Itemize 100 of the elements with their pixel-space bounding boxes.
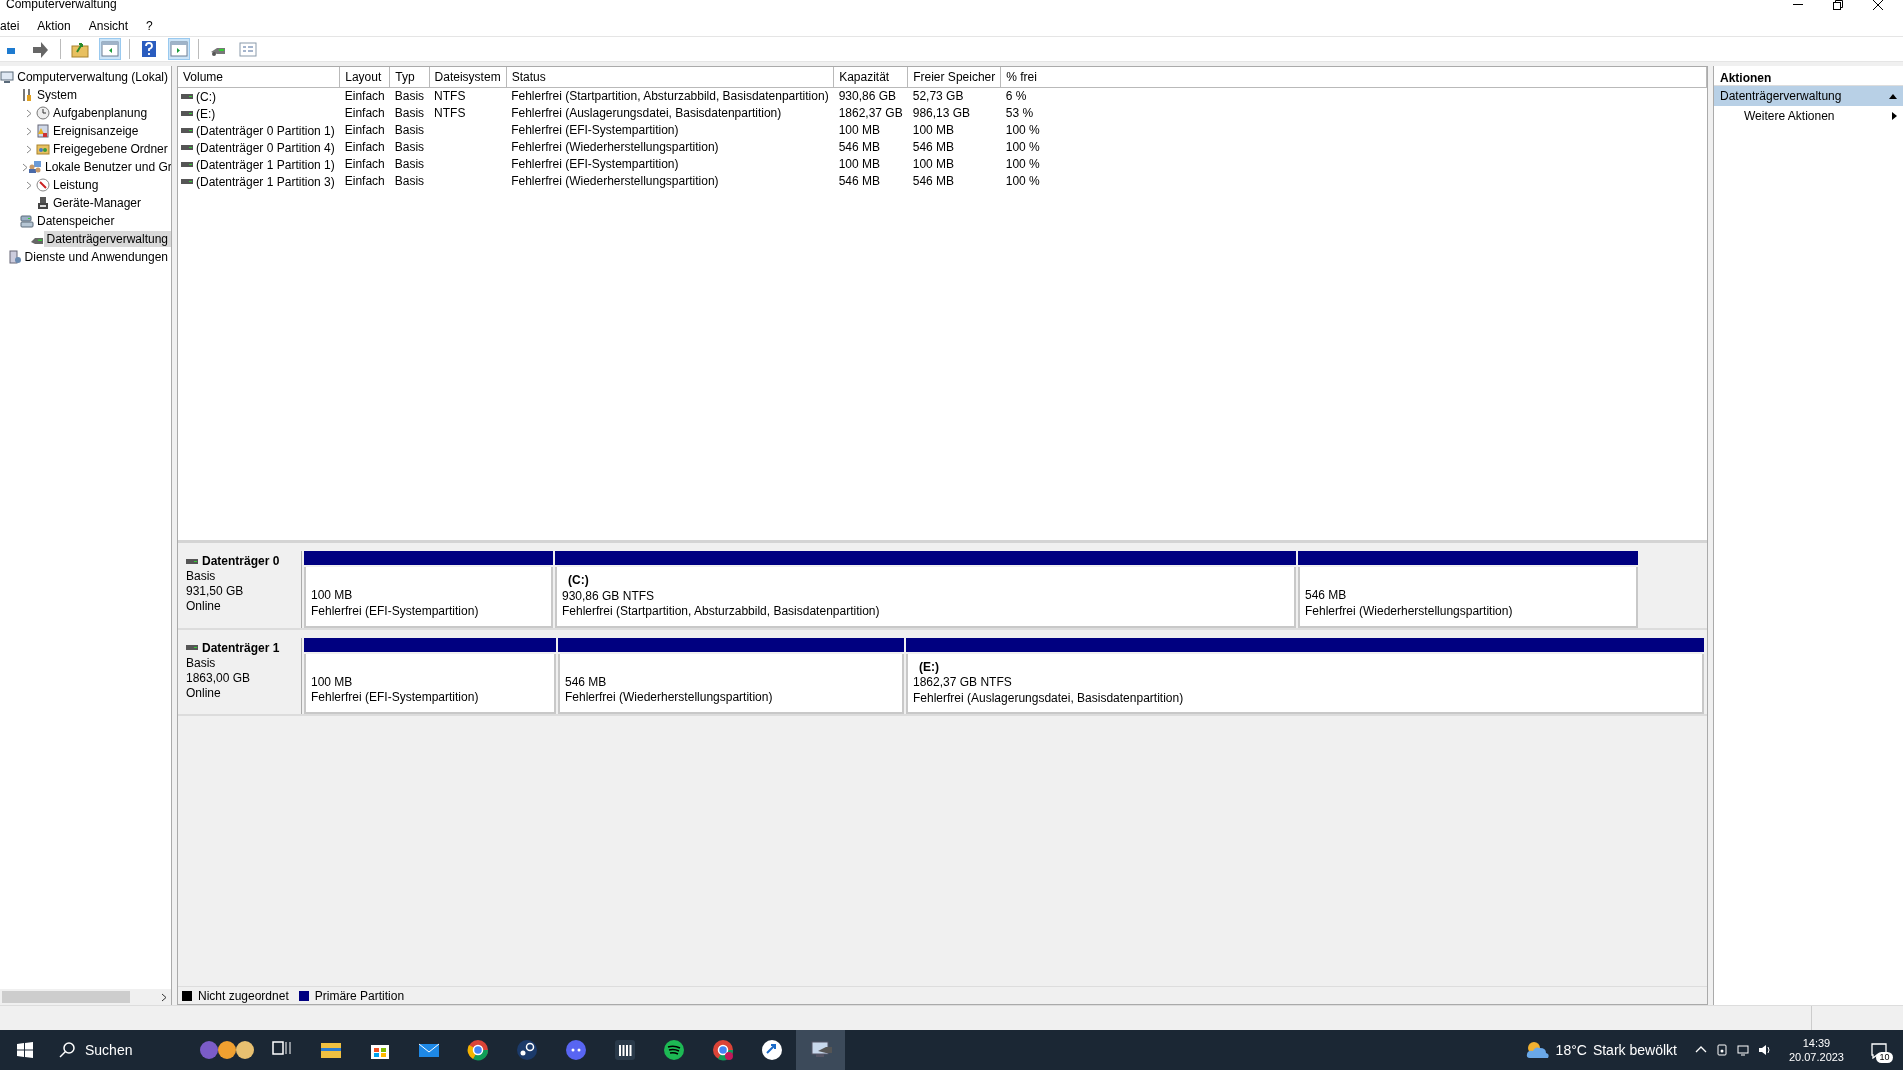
folder-up-icon[interactable] bbox=[71, 40, 89, 58]
table-cell: (C:) bbox=[196, 89, 216, 104]
table-cell: Einfach bbox=[344, 157, 385, 171]
table-cell: 100 MB bbox=[838, 123, 880, 137]
tree-item[interactable]: Datenträgerverwaltung bbox=[43, 231, 171, 247]
help-icon[interactable] bbox=[140, 40, 158, 58]
partition-size: 1862,37 GB NTFS bbox=[913, 675, 1013, 691]
windows-start-icon[interactable] bbox=[16, 1042, 33, 1058]
horizontal-scrollbar[interactable] bbox=[0, 989, 171, 1005]
search-icon bbox=[59, 1042, 75, 1058]
table-cell: Fehlerfrei (Wiederherstellungspartition) bbox=[511, 174, 719, 188]
controller-icon[interactable] bbox=[564, 1039, 587, 1061]
collapse-icon[interactable] bbox=[1889, 93, 1897, 99]
tree-item[interactable]: Freigegebene Ordner bbox=[50, 141, 171, 157]
tree-item[interactable]: Datenspeicher bbox=[34, 213, 118, 229]
device-icon[interactable] bbox=[1715, 1044, 1728, 1056]
pane-toggle-icon[interactable] bbox=[101, 40, 119, 58]
table-cell: Basis bbox=[394, 123, 425, 137]
tree-item[interactable]: Aufgabenplanung bbox=[50, 105, 151, 121]
partition-label: (E:) bbox=[918, 659, 940, 675]
maximize-icon[interactable] bbox=[1833, 0, 1843, 10]
column-header[interactable]: Status bbox=[506, 67, 834, 88]
table-cell: 1862,37 GB bbox=[838, 106, 903, 120]
partition-box[interactable]: 100 MB Fehlerfrei (EFI-Systempartition) bbox=[304, 567, 553, 628]
column-header[interactable]: Freier Speicher bbox=[907, 67, 1001, 88]
notification-count: 10 bbox=[1876, 1052, 1893, 1063]
partition-status: Fehlerfrei (Wiederherstellungspartition) bbox=[565, 690, 774, 706]
table-cell: 930,86 GB bbox=[838, 89, 896, 104]
table-cell: (E:) bbox=[196, 106, 216, 121]
action-label: Weitere Aktionen bbox=[1744, 108, 1835, 125]
round-app-icon[interactable] bbox=[515, 1039, 538, 1061]
notification-icon[interactable] bbox=[1870, 1042, 1887, 1059]
tree-item[interactable]: Lokale Benutzer und Gr bbox=[42, 159, 171, 175]
partition-box[interactable]: 546 MB Fehlerfrei (Wiederherstellungspartition) bbox=[1298, 567, 1638, 628]
close-icon[interactable] bbox=[1873, 0, 1883, 10]
disk-state: Online bbox=[186, 685, 222, 701]
partition-box[interactable]: (E:) 1862,37 GB NTFS Fehlerfrei (Auslagerungsdatei, Basisdatenpartition) bbox=[906, 653, 1704, 714]
table-cell: Fehlerfrei (EFI-Systempartition) bbox=[511, 123, 679, 137]
partition-size: 100 MB bbox=[311, 588, 354, 604]
table-cell: 100 % bbox=[1005, 157, 1040, 171]
partition-status: Fehlerfrei (Auslagerungsdatei, Basisdatenpartition) bbox=[913, 690, 1185, 706]
tree-item[interactable]: Geräte-Manager bbox=[50, 195, 145, 211]
tree-item[interactable]: Leistung bbox=[50, 177, 102, 193]
bars-app-icon[interactable] bbox=[613, 1039, 636, 1061]
disk-name: Datenträger 1 bbox=[202, 640, 280, 656]
menu-item[interactable]: ? bbox=[137, 17, 162, 35]
table-cell: 546 MB bbox=[838, 174, 880, 188]
forward-arrow-icon[interactable] bbox=[32, 40, 50, 58]
tools-icon bbox=[20, 88, 34, 102]
network-icon[interactable] bbox=[1736, 1044, 1749, 1056]
table-cell: Basis bbox=[394, 174, 425, 188]
table-cell: 546 MB bbox=[912, 174, 955, 188]
pane-toggle-icon[interactable] bbox=[170, 40, 188, 58]
chevron-icon[interactable] bbox=[161, 992, 167, 1002]
partition-box[interactable]: 546 MB Fehlerfrei (Wiederherstellungspartition) bbox=[558, 653, 904, 714]
actions-section[interactable]: Datenträgerverwaltung bbox=[1714, 86, 1903, 106]
speaker-icon[interactable] bbox=[1757, 1044, 1770, 1056]
clock-date[interactable]: 20.07.2023 bbox=[1788, 1050, 1844, 1064]
table-cell: 546 MB bbox=[912, 140, 955, 154]
services-icon bbox=[7, 250, 22, 264]
partition-size: 546 MB bbox=[565, 674, 608, 690]
tree-item[interactable]: Ereignisanzeige bbox=[50, 123, 142, 139]
tree-item[interactable]: Dienste und Anwendungen bbox=[21, 249, 171, 265]
table-cell: 52,73 GB bbox=[912, 89, 964, 104]
action-link[interactable]: Weitere Aktionen bbox=[1714, 106, 1903, 126]
browser-icon[interactable] bbox=[711, 1039, 734, 1061]
weather-text[interactable]: Stark bewölkt bbox=[1592, 1039, 1677, 1061]
menu-item[interactable]: Aktion bbox=[28, 17, 80, 35]
column-header[interactable]: Dateisystem bbox=[429, 67, 507, 88]
legend-label: Primäre Partition bbox=[314, 987, 405, 1005]
partition-box[interactable]: (C:) 930,86 GB NTFS Fehlerfrei (Startpartition, Absturzabbild, Basisdatenpartition) bbox=[555, 567, 1296, 628]
column-header[interactable]: Volume bbox=[178, 67, 340, 88]
clock-time[interactable]: 14:39 bbox=[1802, 1036, 1831, 1050]
table-cell: NTFS bbox=[434, 89, 466, 104]
legend-label: Nicht zugeordnet bbox=[198, 987, 289, 1005]
log-icon bbox=[36, 124, 50, 138]
column-header[interactable]: Typ bbox=[389, 67, 430, 88]
partition-box[interactable]: 100 MB Fehlerfrei (EFI-Systempartition) bbox=[304, 653, 556, 714]
table-cell: 986,13 GB bbox=[912, 106, 971, 120]
table-cell: Einfach bbox=[344, 89, 385, 104]
table-cell: 546 MB bbox=[838, 140, 880, 154]
table-cell: 6 % bbox=[1005, 89, 1027, 104]
weather-temperature[interactable]: 18°C bbox=[1555, 1039, 1587, 1061]
menu-item[interactable]: Ansicht bbox=[79, 17, 138, 35]
table-cell: Basis bbox=[394, 157, 425, 171]
column-header[interactable]: Layout bbox=[339, 67, 390, 88]
table-cell: Fehlerfrei (Wiederherstellungspartition) bbox=[511, 140, 719, 154]
menu-item[interactable]: atei bbox=[0, 17, 29, 35]
column-header[interactable]: % frei bbox=[1000, 67, 1707, 88]
partition-size: 546 MB bbox=[1305, 588, 1348, 604]
table-cell: Basis bbox=[394, 140, 425, 154]
tree-item[interactable]: Computerverwaltung (Lokal) bbox=[14, 69, 171, 85]
column-header[interactable]: Kapazität bbox=[833, 67, 908, 88]
partition-size: 100 MB bbox=[311, 674, 354, 690]
music-app-icon[interactable] bbox=[662, 1039, 685, 1061]
table-cell: 100 MB bbox=[912, 123, 955, 137]
tree-item[interactable]: System bbox=[34, 87, 80, 103]
cloud-icon[interactable] bbox=[1525, 1040, 1550, 1060]
disk-size: 931,50 GB bbox=[186, 584, 245, 599]
browser-icon[interactable] bbox=[466, 1039, 489, 1061]
